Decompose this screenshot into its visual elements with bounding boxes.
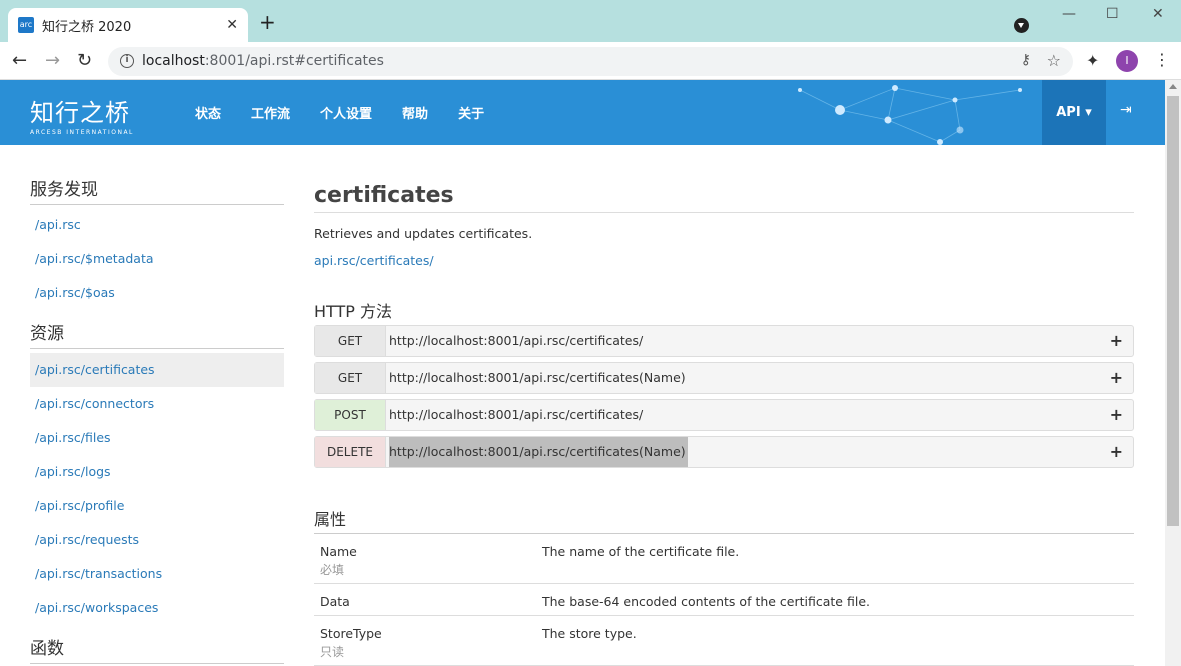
sidebar-heading-functions: 函数	[30, 634, 284, 664]
method-verb: DELETE	[315, 437, 386, 467]
sidebar-heading-discovery: 服务发现	[30, 175, 284, 205]
browser-tab[interactable]: arc 知行之桥 2020 ✕	[8, 8, 248, 42]
property-attribute: 必填	[320, 563, 345, 577]
sidebar-item-connectors[interactable]: /api.rsc/connectors	[30, 387, 284, 421]
property-description: The base-64 encoded contents of the cert…	[542, 594, 870, 609]
window-close-icon[interactable]: ✕	[1152, 6, 1164, 22]
method-path: http://localhost:8001/api.rsc/certificat…	[389, 407, 644, 422]
nav-about[interactable]: 关于	[458, 103, 484, 122]
minimize-icon[interactable]: —	[1062, 6, 1076, 22]
expand-plus-icon[interactable]: +	[1110, 437, 1123, 467]
sidebar-item-workspaces[interactable]: /api.rsc/workspaces	[30, 591, 284, 625]
http-methods-heading: HTTP 方法	[314, 302, 393, 321]
expand-plus-icon[interactable]: +	[1110, 363, 1123, 393]
sidebar-item-transactions[interactable]: /api.rsc/transactions	[30, 557, 284, 591]
scroll-up-arrow-icon[interactable]	[1169, 84, 1177, 89]
password-key-icon[interactable]: ⚷	[1021, 52, 1031, 68]
close-tab-icon[interactable]: ✕	[226, 17, 238, 33]
sidebar-item-profile[interactable]: /api.rsc/profile	[30, 489, 284, 523]
app-navbar: 知行之桥 ARCESB INTERNATIONAL 状态 工作流 个人设置 帮助…	[0, 80, 1165, 145]
nav-settings[interactable]: 个人设置	[320, 103, 372, 122]
sidebar-heading-resources: 资源	[30, 319, 284, 349]
sidebar-item-files[interactable]: /api.rsc/files	[30, 421, 284, 455]
page-title: certificates	[314, 183, 1134, 213]
method-row-get-item[interactable]: GET http://localhost:8001/api.rsc/certif…	[314, 362, 1134, 394]
sidebar-item-api-rsc[interactable]: /api.rsc	[30, 208, 284, 242]
logout-icon[interactable]: ⇥	[1120, 102, 1132, 118]
properties-table: Name 必填 The name of the certificate file…	[314, 533, 1134, 666]
arc-logo[interactable]: 知行之桥 ARCESB INTERNATIONAL	[30, 93, 134, 136]
property-attribute: 只读	[320, 645, 345, 659]
tab-title: 知行之桥 2020	[42, 19, 132, 35]
method-verb: GET	[315, 326, 386, 356]
api-dropdown-button[interactable]: API ▾	[1042, 80, 1106, 145]
bookmark-star-icon[interactable]: ☆	[1047, 51, 1061, 70]
property-description: The name of the certificate file.	[542, 544, 740, 559]
browser-menu-icon[interactable]: ⋮	[1154, 50, 1170, 69]
site-info-icon[interactable]: i	[120, 54, 134, 68]
sidebar-item-certificates[interactable]: /api.rsc/certificates	[30, 353, 284, 387]
expand-plus-icon[interactable]: +	[1110, 400, 1123, 430]
method-verb: POST	[315, 400, 386, 430]
nav-workflow[interactable]: 工作流	[251, 103, 290, 122]
browser-toolbar: ← → ↻ i localhost:8001/api.rst#certifica…	[0, 42, 1181, 80]
expand-plus-icon[interactable]: +	[1110, 326, 1123, 356]
method-path: http://localhost:8001/api.rsc/certificat…	[389, 370, 686, 385]
method-row-get-list[interactable]: GET http://localhost:8001/api.rsc/certif…	[314, 325, 1134, 357]
nav-status[interactable]: 状态	[195, 103, 221, 122]
extensions-icon[interactable]: ✦	[1086, 51, 1099, 70]
maximize-icon[interactable]: ☐	[1106, 6, 1119, 22]
sidebar-item-logs[interactable]: /api.rsc/logs	[30, 455, 284, 489]
arc-favicon-icon: arc	[18, 17, 34, 33]
method-row-delete[interactable]: DELETE http://localhost:8001/api.rsc/cer…	[314, 436, 1134, 468]
logo-text: 知行之桥	[30, 99, 130, 127]
browser-tabstrip: arc 知行之桥 2020 ✕ + — ☐ ✕	[0, 0, 1181, 42]
property-name: Name	[320, 544, 357, 559]
method-path: http://localhost:8001/api.rsc/certificat…	[389, 437, 688, 467]
scrollbar-thumb[interactable]	[1167, 96, 1179, 526]
back-icon[interactable]: ←	[12, 51, 27, 71]
reload-icon[interactable]: ↻	[77, 51, 92, 71]
table-row: StoreType 只读 The store type.	[314, 616, 1134, 666]
properties-heading: 属性	[314, 510, 347, 529]
url-text[interactable]: localhost:8001/api.rst#certificates	[142, 53, 384, 69]
resource-description: Retrieves and updates certificates.	[314, 226, 533, 241]
logo-subtext: ARCESB INTERNATIONAL	[30, 129, 134, 136]
sidebar-item-metadata[interactable]: /api.rsc/$metadata	[30, 242, 284, 276]
address-bar[interactable]: i localhost:8001/api.rst#certificates ⚷ …	[108, 47, 1073, 76]
method-verb: GET	[315, 363, 386, 393]
table-row: Data The base-64 encoded contents of the…	[314, 584, 1134, 616]
resource-link[interactable]: api.rsc/certificates/	[314, 253, 434, 268]
method-row-post[interactable]: POST http://localhost:8001/api.rsc/certi…	[314, 399, 1134, 431]
property-name: StoreType	[320, 626, 382, 641]
property-description: The store type.	[542, 626, 637, 641]
table-row: Name 必填 The name of the certificate file…	[314, 534, 1134, 584]
sidebar-item-requests[interactable]: /api.rsc/requests	[30, 523, 284, 557]
network-graphic	[798, 85, 1022, 145]
profile-avatar[interactable]: I	[1116, 50, 1138, 72]
sidebar-item-oas[interactable]: /api.rsc/$oas	[30, 276, 284, 310]
tab-search-icon[interactable]	[1014, 18, 1029, 33]
new-tab-button[interactable]: +	[259, 12, 276, 32]
nav-help[interactable]: 帮助	[402, 103, 428, 122]
forward-icon[interactable]: →	[45, 51, 60, 71]
main-nav: 状态 工作流 个人设置 帮助 关于	[195, 103, 484, 122]
property-name: Data	[320, 594, 350, 609]
method-path: http://localhost:8001/api.rsc/certificat…	[389, 333, 644, 348]
